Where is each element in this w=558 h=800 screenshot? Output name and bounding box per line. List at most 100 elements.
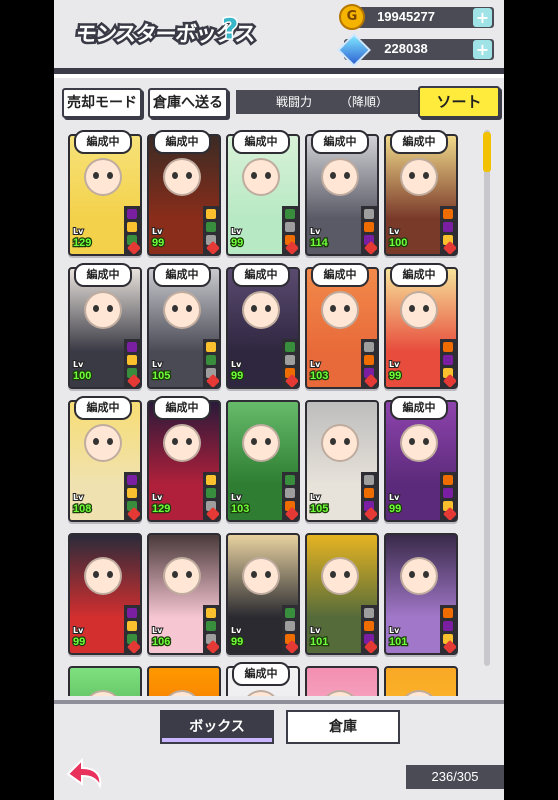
- level-value: 108: [72, 502, 93, 517]
- box-count: 236/305: [406, 765, 504, 789]
- deployed-badge: 編成中: [390, 130, 448, 154]
- attribute-icon: [364, 342, 374, 352]
- level-value: 100: [388, 236, 409, 251]
- monster-eye: [423, 305, 429, 312]
- monster-portrait: [163, 158, 201, 196]
- level-value: 99: [388, 369, 403, 384]
- add-coins-button[interactable]: +: [473, 8, 492, 27]
- monster-eye: [423, 571, 429, 578]
- level-value: 106: [151, 635, 172, 650]
- monster-card[interactable]: Lv 105: [305, 400, 379, 522]
- level-value: 99: [230, 635, 245, 650]
- monster-eye: [423, 172, 429, 179]
- monster-eye: [423, 438, 429, 445]
- level-label: Lv: [309, 226, 321, 237]
- attribute-icon: [206, 488, 216, 498]
- deployed-badge: 編成中: [390, 263, 448, 287]
- monster-card[interactable]: [384, 666, 458, 696]
- scrollbar-thumb[interactable]: [483, 132, 491, 172]
- add-gems-button[interactable]: +: [473, 40, 492, 59]
- monster-portrait: [400, 690, 438, 696]
- attribute-icon: [206, 621, 216, 631]
- monster-eye: [93, 438, 99, 445]
- back-arrow-icon[interactable]: [64, 752, 104, 790]
- monster-eye: [107, 305, 113, 312]
- level-value: 99: [388, 502, 403, 517]
- monster-card[interactable]: Lv 99: [226, 533, 300, 655]
- deployed-badge: 編成中: [74, 130, 132, 154]
- attribute-icon: [127, 608, 137, 618]
- monster-card[interactable]: [305, 666, 379, 696]
- monster-card[interactable]: Lv 101: [305, 533, 379, 655]
- monster-eye: [172, 438, 178, 445]
- deployed-badge: 編成中: [153, 130, 211, 154]
- monster-portrait: [84, 690, 122, 696]
- sort-key: 戦闘力: [276, 95, 313, 109]
- level-label: Lv: [72, 359, 84, 370]
- level-value: 105: [309, 502, 330, 517]
- deployed-badge: 編成中: [74, 263, 132, 287]
- monster-eye: [330, 305, 336, 312]
- send-to-storage-button[interactable]: 倉庫へ送る: [148, 88, 228, 118]
- scrollbar-track[interactable]: [484, 130, 490, 666]
- deployed-badge: 編成中: [153, 396, 211, 420]
- monster-card[interactable]: Lv 101: [384, 533, 458, 655]
- monster-card[interactable]: Lv 103: [226, 400, 300, 522]
- level-label: Lv: [151, 226, 163, 237]
- level-label: Lv: [309, 492, 321, 503]
- level-value: 100: [72, 369, 93, 384]
- monster-box-screen: モンスターボックス ? 19945277 + G 228038 + 売却モード …: [54, 0, 504, 800]
- deployed-badge: 編成中: [311, 130, 369, 154]
- header-divider-light: [54, 74, 504, 78]
- help-icon[interactable]: ?: [221, 12, 244, 45]
- attribute-icon: [364, 621, 374, 631]
- monster-portrait: [242, 424, 280, 462]
- attribute-icon: [206, 608, 216, 618]
- monster-eye: [330, 438, 336, 445]
- attribute-icon: [443, 608, 453, 618]
- monster-card[interactable]: Lv 106: [147, 533, 221, 655]
- level-value: 99: [72, 635, 87, 650]
- attribute-icon: [206, 342, 216, 352]
- level-label: Lv: [309, 359, 321, 370]
- deployed-badge: 編成中: [232, 130, 290, 154]
- attribute-icon: [364, 355, 374, 365]
- monster-card[interactable]: [68, 666, 142, 696]
- level-label: Lv: [151, 492, 163, 503]
- monster-portrait: [321, 424, 359, 462]
- attribute-icon: [443, 355, 453, 365]
- monster-eye: [251, 438, 257, 445]
- monster-portrait: [400, 557, 438, 595]
- monster-eye: [265, 305, 271, 312]
- tab-storage[interactable]: 倉庫: [286, 710, 400, 744]
- sort-button[interactable]: ソート: [418, 86, 500, 118]
- level-label: Lv: [230, 625, 242, 636]
- tab-box[interactable]: ボックス: [160, 710, 274, 744]
- monster-eye: [330, 172, 336, 179]
- monster-portrait: [400, 424, 438, 462]
- level-label: Lv: [388, 625, 400, 636]
- attribute-icon: [364, 475, 374, 485]
- monster-portrait: [163, 424, 201, 462]
- level-label: Lv: [72, 492, 84, 503]
- monster-card[interactable]: Lv 99: [68, 533, 142, 655]
- level-value: 114: [309, 236, 329, 251]
- monster-portrait: [242, 291, 280, 329]
- monster-eye: [107, 438, 113, 445]
- level-label: Lv: [388, 492, 400, 503]
- monster-eye: [186, 305, 192, 312]
- attribute-icon: [285, 209, 295, 219]
- attribute-icon: [206, 475, 216, 485]
- monster-eye: [186, 438, 192, 445]
- sell-mode-button[interactable]: 売却モード: [62, 88, 142, 118]
- attribute-icon: [364, 488, 374, 498]
- monster-eye: [93, 172, 99, 179]
- monster-eye: [251, 305, 257, 312]
- attribute-icon: [443, 475, 453, 485]
- monster-eye: [344, 305, 350, 312]
- attribute-icon: [206, 209, 216, 219]
- monster-card[interactable]: [147, 666, 221, 696]
- deployed-badge: 編成中: [311, 263, 369, 287]
- attribute-icon: [285, 488, 295, 498]
- monster-eye: [409, 305, 415, 312]
